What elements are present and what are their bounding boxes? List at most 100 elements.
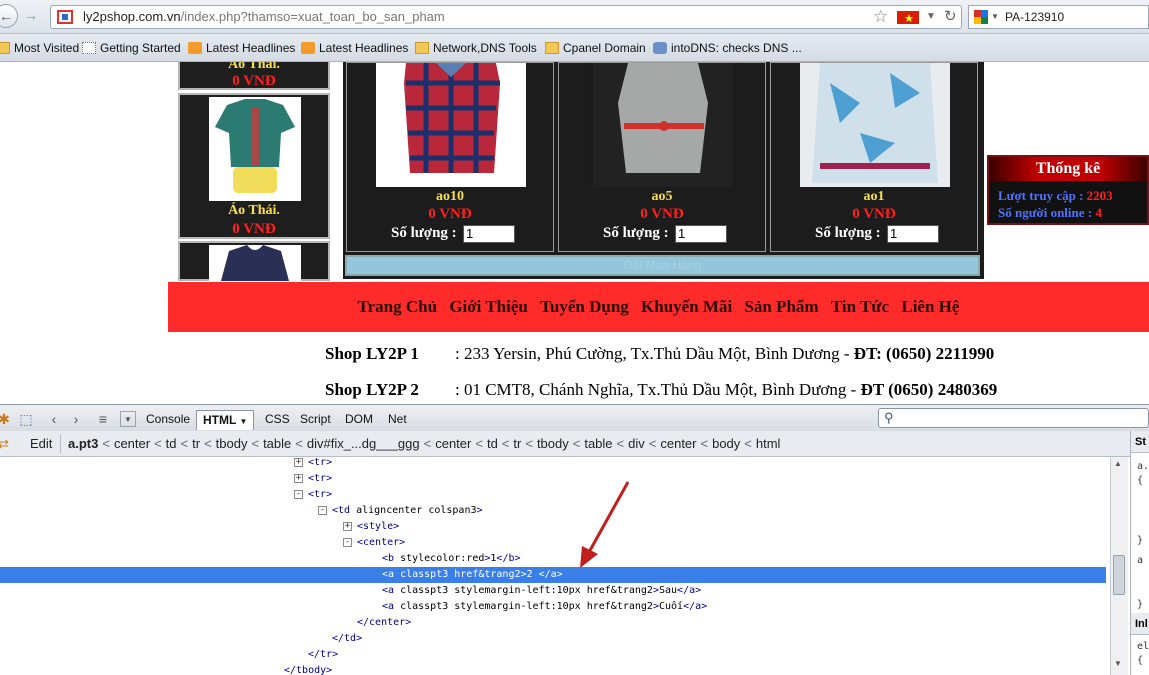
- breadcrumb-item[interactable]: div#fix_...dg___ggg: [307, 436, 420, 451]
- tab-dom[interactable]: DOM: [339, 410, 379, 430]
- tab-html[interactable]: HTML ▼: [196, 410, 255, 430]
- collapse-icon[interactable]: -: [294, 490, 303, 499]
- html-node[interactable]: + <tr>: [0, 457, 1106, 471]
- google-search-engine-icon[interactable]: [974, 10, 988, 24]
- url-history-dropdown-icon[interactable]: ▼: [926, 6, 936, 28]
- breadcrumb-separator: <: [744, 436, 752, 451]
- product-photo[interactable]: [376, 63, 526, 187]
- style-tab[interactable]: St: [1131, 431, 1149, 453]
- breadcrumb-item[interactable]: center: [435, 436, 471, 451]
- quantity-input[interactable]: 1: [887, 225, 939, 243]
- html-panel-scrollbar[interactable]: ▲ ▼: [1110, 457, 1128, 675]
- panel-menu-icon[interactable]: ≡: [95, 411, 111, 427]
- edit-button[interactable]: Edit: [22, 434, 62, 454]
- html-node[interactable]: - <center>: [0, 535, 1106, 551]
- tab-script[interactable]: Script: [294, 410, 337, 430]
- html-node[interactable]: - <tr>: [0, 487, 1106, 503]
- expand-icon[interactable]: +: [294, 458, 303, 467]
- breadcrumb-item[interactable]: tbody: [216, 436, 248, 451]
- html-node[interactable]: </td>: [0, 631, 1106, 647]
- bookmark-getting-started[interactable]: Getting Started: [82, 40, 181, 58]
- panel-dropdown-icon[interactable]: ▼: [120, 411, 136, 427]
- product-card[interactable]: ao1 0 VNĐ Số lượng : 1: [770, 62, 978, 252]
- menu-item-news[interactable]: Tin Tức: [831, 297, 889, 316]
- menu-item-contact[interactable]: Liên Hệ: [901, 297, 959, 316]
- search-engine-dropdown-icon[interactable]: ▼: [991, 6, 999, 28]
- collapse-icon[interactable]: -: [318, 506, 327, 515]
- bookmark-star-icon[interactable]: ☆: [873, 6, 888, 28]
- product-card[interactable]: ao10 0 VNĐ Số lượng : 1: [346, 62, 554, 252]
- breadcrumb-item[interactable]: tbody: [537, 436, 569, 451]
- expand-icon[interactable]: +: [294, 474, 303, 483]
- breadcrumb-item[interactable]: body: [712, 436, 740, 451]
- product-card[interactable]: ao5 0 VNĐ Số lượng : 1: [558, 62, 766, 252]
- expand-icon[interactable]: +: [343, 522, 352, 531]
- breadcrumb-separator: <: [154, 436, 162, 451]
- product-photo[interactable]: [588, 63, 738, 187]
- menu-item-jobs[interactable]: Tuyển Dụng: [540, 297, 629, 316]
- breadcrumb-item[interactable]: tr: [192, 436, 200, 451]
- html-node-text: <b stylecolor:red>1</b>: [382, 553, 521, 564]
- breadcrumb-item[interactable]: center: [114, 436, 150, 451]
- html-node[interactable]: - <td aligncenter colspan3>: [0, 503, 1106, 519]
- bookmark-latest-headlines-2[interactable]: Latest Headlines: [301, 40, 408, 58]
- bookmark-latest-headlines-1[interactable]: Latest Headlines: [188, 40, 295, 58]
- breadcrumb-item[interactable]: center: [660, 436, 696, 451]
- tab-net[interactable]: Net: [382, 410, 413, 430]
- breadcrumb-item[interactable]: table: [263, 436, 291, 451]
- sidebar-product-card[interactable]: Áo Thái. 0 VNĐ: [178, 93, 330, 239]
- sidebar-product-card[interactable]: [178, 241, 330, 281]
- search-field[interactable]: ▼ PA-123910: [968, 5, 1149, 29]
- menu-item-home[interactable]: Trang Chủ: [358, 297, 438, 316]
- selected-html-node[interactable]: <a classpt3 href&trang2>2 </a>: [0, 567, 1106, 583]
- html-node[interactable]: </tr>: [0, 647, 1106, 663]
- tab-css[interactable]: CSS: [259, 410, 296, 430]
- firebug-bug-icon[interactable]: ✱: [0, 411, 12, 427]
- menu-item-promotions[interactable]: Khuyến Mãi: [641, 297, 732, 316]
- breadcrumb-item[interactable]: div: [628, 436, 645, 451]
- menu-item-about[interactable]: Giới Thiệu: [449, 297, 528, 316]
- product-photo[interactable]: [209, 245, 301, 281]
- html-node[interactable]: </center>: [0, 615, 1106, 631]
- html-node[interactable]: + <style>: [0, 519, 1106, 535]
- html-node[interactable]: <a classpt3 stylemargin-left:10px href&t…: [0, 583, 1106, 599]
- html-node[interactable]: </tbody>: [0, 663, 1106, 675]
- quantity-input[interactable]: 1: [675, 225, 727, 243]
- menu-item-products[interactable]: Sản Phẩm: [744, 297, 818, 316]
- product-photo[interactable]: [800, 63, 950, 187]
- forward-arrow-icon[interactable]: ›: [68, 411, 84, 427]
- html-node[interactable]: + <tr>: [0, 471, 1106, 487]
- breadcrumb-item[interactable]: a.pt3: [68, 436, 98, 451]
- breadcrumb-item[interactable]: td: [166, 436, 177, 451]
- reload-icon[interactable]: ↻: [944, 6, 957, 28]
- bookmark-intodns[interactable]: intoDNS: checks DNS ...: [653, 40, 802, 58]
- bookmark-most-visited[interactable]: Most Visited: [0, 40, 79, 58]
- scroll-down-icon[interactable]: ▼: [1114, 659, 1122, 668]
- edit-toggle-icon[interactable]: ⇄: [0, 431, 9, 457]
- bookmark-cpanel-domain[interactable]: Cpanel Domain: [545, 40, 646, 58]
- breadcrumb-item[interactable]: html: [756, 436, 781, 451]
- html-node[interactable]: <a classpt3 stylemargin-left:10px href&t…: [0, 599, 1106, 615]
- back-button[interactable]: ←: [0, 4, 18, 28]
- order-button[interactable]: Đặt Mua Hàng: [345, 255, 980, 276]
- tab-console[interactable]: Console: [140, 410, 196, 430]
- back-arrow-icon[interactable]: ‹: [46, 411, 62, 427]
- online-label: Số người online :: [998, 205, 1093, 220]
- quantity-input[interactable]: 1: [463, 225, 515, 243]
- sidebar-product-card[interactable]: Áo Thái. 0 VNĐ: [178, 62, 330, 90]
- breadcrumb-item[interactable]: td: [487, 436, 498, 451]
- product-photo[interactable]: [209, 97, 301, 201]
- breadcrumb-item[interactable]: table: [584, 436, 612, 451]
- firebug-search-input[interactable]: ⚲: [878, 408, 1149, 428]
- bookmark-network-dns-tools[interactable]: Network,DNS Tools: [415, 40, 537, 58]
- collapse-icon[interactable]: -: [343, 538, 352, 547]
- scrollbar-thumb[interactable]: [1113, 555, 1125, 595]
- url-field[interactable]: ly2pshop.com.vn/index.php?thamso=xuat_to…: [50, 5, 962, 30]
- inspect-element-icon[interactable]: ⬚: [18, 411, 34, 427]
- forward-button[interactable]: →: [22, 4, 40, 28]
- bookmarks-toolbar: Most Visited Getting Started Latest Head…: [0, 34, 1149, 62]
- html-node[interactable]: <b stylecolor:red>1</b>: [0, 551, 1106, 567]
- scroll-up-icon[interactable]: ▲: [1114, 459, 1122, 468]
- tab-dropdown-icon[interactable]: ▼: [239, 417, 247, 426]
- breadcrumb-item[interactable]: tr: [513, 436, 521, 451]
